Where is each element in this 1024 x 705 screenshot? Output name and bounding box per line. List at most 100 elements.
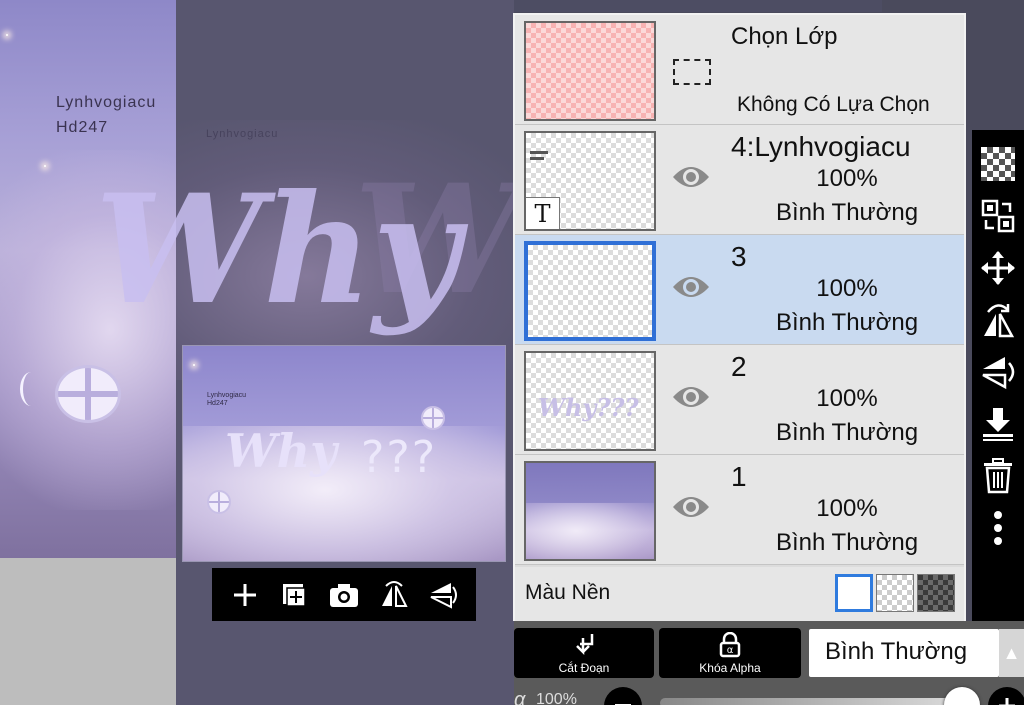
- layer-opacity: 100%: [816, 275, 878, 302]
- text-preview-mark: [530, 151, 548, 154]
- canvas-preview[interactable]: Lynhvogiacu Hd247 Why ???: [182, 345, 506, 562]
- layer-name: 3: [731, 241, 747, 272]
- sparkle-icon: [6, 34, 8, 36]
- layer-blend-mode: Bình Thường: [775, 419, 919, 446]
- more-icon: [994, 511, 1002, 545]
- transparency-button[interactable]: [975, 138, 1021, 190]
- preview-watermark-line2: Hd247: [207, 400, 228, 408]
- selection-subtitle: Không Có Lựa Chọn: [737, 93, 930, 116]
- canvas-watermark-faint: Lynhvogiacu: [206, 128, 279, 140]
- camera-icon: [329, 583, 358, 607]
- more-options-button[interactable]: [975, 502, 1021, 554]
- plus-icon: [233, 583, 256, 606]
- add-layer-copy-button[interactable]: [274, 575, 314, 615]
- layer-opacity: 100%: [816, 165, 878, 192]
- flip-vertical-rotate-icon: [982, 357, 1015, 390]
- layers-panel: Chọn Lớp Không Có Lựa Chọn T 4:Lynhvogia…: [513, 13, 966, 621]
- layer-opacity: 100%: [816, 385, 878, 412]
- layer-properties-bar: Cắt Đoạn α Khóa Alpha Bình Thường ▲ α 10…: [514, 621, 1024, 705]
- text-layer-icon: T: [526, 197, 560, 229]
- selection-layer-row[interactable]: Chọn Lớp Không Có Lựa Chọn: [515, 15, 964, 125]
- flip-horizontal-rotate-icon: [984, 304, 1015, 338]
- preview-watermark: Lynhvogiacu Hd247: [207, 392, 246, 409]
- layer-row-selected[interactable]: 3 100% Bình Thường: [515, 235, 964, 345]
- flip-layer-horizontal-button[interactable]: [975, 294, 1021, 346]
- delete-layer-button[interactable]: [975, 450, 1021, 502]
- layer-blend-mode: Bình Thường: [775, 309, 919, 336]
- preview-why-text: Why: [225, 424, 337, 478]
- move-layer-button[interactable]: [975, 242, 1021, 294]
- canvas-watermark-line2: Hd247: [56, 119, 109, 136]
- flip-layer-vertical-button[interactable]: [975, 346, 1021, 398]
- layer-row[interactable]: Why??? 2 100% Bình Thường: [515, 345, 964, 455]
- globe-icon: [421, 406, 445, 430]
- background-white-swatch[interactable]: [835, 574, 873, 612]
- layer-thumbnail-why-text: Why???: [538, 393, 639, 422]
- clipping-button[interactable]: Cắt Đoạn: [514, 628, 654, 678]
- visibility-eye-icon[interactable]: [671, 381, 711, 413]
- layer-tools-strip: [972, 130, 1024, 622]
- move-icon: [981, 251, 1015, 285]
- background-dark-swatch[interactable]: [917, 574, 955, 612]
- flip-vertical-button[interactable]: [423, 575, 463, 615]
- layer-row[interactable]: T 4:Lynhvogiacu 100% Bình Thường: [515, 125, 964, 235]
- canvas-watermark-line1: Lynhvogiacu: [56, 94, 157, 111]
- clipping-arrow-icon: [576, 634, 594, 656]
- visibility-eye-icon[interactable]: [671, 161, 711, 193]
- background-color-label: Màu Nền: [525, 581, 611, 604]
- lock-alpha-icon: α: [719, 631, 741, 658]
- selection-thumbnail: [524, 21, 656, 121]
- globe-icon: [207, 490, 231, 514]
- alpha-lock-button[interactable]: α Khóa Alpha: [659, 628, 801, 678]
- canvas-margin: [0, 558, 176, 705]
- trash-icon: [984, 458, 1012, 494]
- alpha-value: 100%: [536, 691, 577, 705]
- merge-down-button[interactable]: [975, 398, 1021, 450]
- add-copy-icon: [283, 583, 307, 607]
- layer-thumbnail: [524, 241, 656, 341]
- layer-actions-toolbar: [212, 568, 476, 621]
- visibility-eye-icon[interactable]: [671, 491, 711, 523]
- background-color-row: Màu Nền: [515, 567, 964, 621]
- checker-icon: [981, 147, 1015, 181]
- layer-name: 1: [731, 461, 747, 492]
- layer-blend-mode: Bình Thường: [775, 529, 919, 556]
- swap-layers-icon: [981, 199, 1015, 233]
- selection-marquee-icon: [673, 59, 711, 85]
- globe-icon: [55, 365, 121, 423]
- flip-horizontal-button[interactable]: [374, 575, 414, 615]
- clipping-label: Cắt Đoạn: [558, 661, 610, 675]
- plus-icon: [999, 698, 1015, 705]
- alpha-lock-label: Khóa Alpha: [699, 661, 761, 675]
- alpha-symbol: α: [514, 689, 526, 705]
- layer-thumbnail: Why???: [524, 351, 656, 451]
- layer-name: 4:Lynhvogiacu: [731, 131, 911, 162]
- svg-text:α: α: [727, 645, 734, 656]
- text-preview-mark: [530, 157, 544, 160]
- preview-watermark-line1: Lynhvogiacu: [207, 392, 247, 399]
- opacity-increase-button[interactable]: [988, 687, 1024, 705]
- visibility-eye-icon[interactable]: [671, 271, 711, 303]
- layer-thumbnail: [524, 461, 656, 561]
- canvas-edge: [514, 0, 882, 12]
- sparkle-icon: [44, 165, 46, 167]
- camera-import-button[interactable]: [324, 575, 364, 615]
- canvas-why-text: Why: [95, 162, 460, 338]
- swap-layers-button[interactable]: [975, 190, 1021, 242]
- opacity-slider-thumb[interactable]: [944, 687, 980, 705]
- layer-blend-mode: Bình Thường: [775, 199, 919, 226]
- layer-row[interactable]: 1 100% Bình Thường: [515, 455, 964, 565]
- blend-mode-dropdown-icon[interactable]: ▲: [999, 629, 1024, 677]
- layer-thumbnail: T: [524, 131, 656, 231]
- merge-down-icon: [983, 408, 1013, 441]
- background-transparent-swatch[interactable]: [876, 574, 914, 612]
- opacity-decrease-button[interactable]: [604, 687, 642, 705]
- blend-mode-select[interactable]: Bình Thường: [809, 629, 999, 677]
- opacity-slider-track[interactable]: [660, 698, 970, 705]
- flip-horizontal-icon: [381, 580, 408, 607]
- layer-opacity: 100%: [816, 495, 878, 522]
- add-layer-button[interactable]: [225, 575, 265, 615]
- layer-name: 2: [731, 351, 747, 382]
- flip-vertical-icon: [430, 582, 458, 609]
- selection-title: Chọn Lớp: [731, 23, 838, 50]
